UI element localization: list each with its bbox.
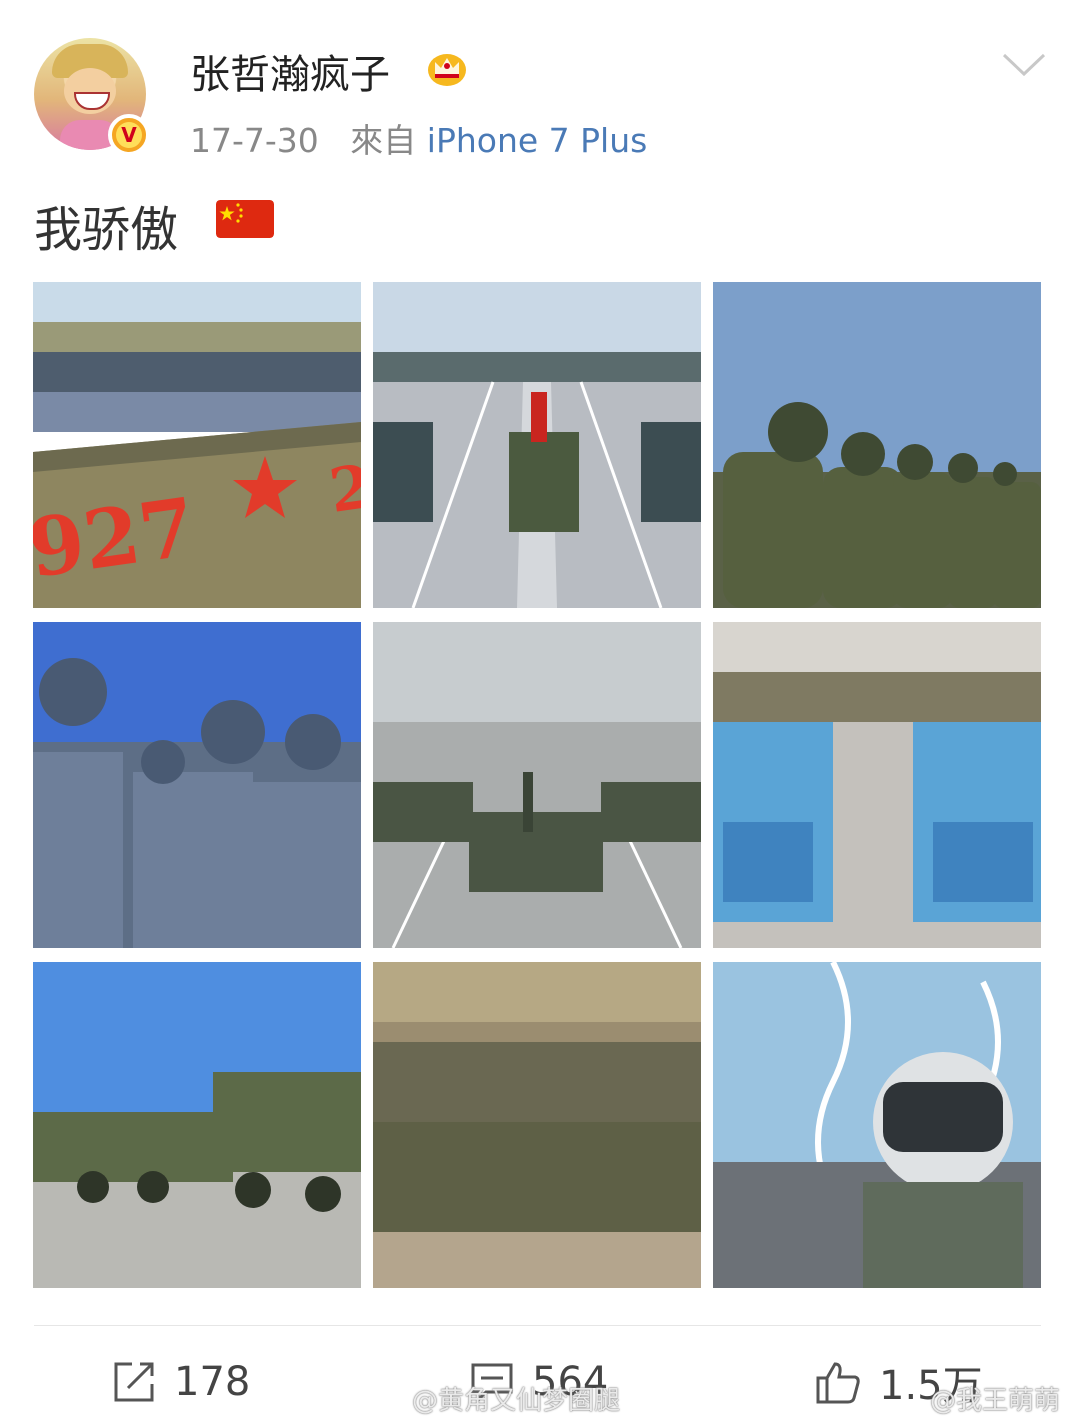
repost-icon bbox=[114, 1362, 154, 1402]
divider bbox=[34, 1325, 1041, 1326]
repost-count: 178 bbox=[174, 1359, 251, 1405]
image-9-fighter-pilot[interactable] bbox=[713, 962, 1041, 1288]
verified-v-badge-icon: V bbox=[108, 114, 150, 156]
image-1-parade-review-stand[interactable]: 927 2 bbox=[33, 282, 361, 608]
post-source-link[interactable]: iPhone 7 Plus bbox=[427, 121, 648, 160]
watermark-left: @黄角又仙梦圈腿 bbox=[412, 1386, 621, 1416]
crown-icon bbox=[428, 54, 466, 86]
post-meta: 17-7-30 來自 iPhone 7 Plus bbox=[190, 114, 647, 162]
chevron-down-icon[interactable] bbox=[1002, 52, 1046, 78]
from-label: 來自 bbox=[350, 121, 417, 160]
image-8-massed-troops[interactable] bbox=[373, 962, 701, 1288]
image-7-artillery-trucks[interactable] bbox=[33, 962, 361, 1288]
image-5-tanks-parade[interactable] bbox=[373, 622, 701, 948]
image-3-soldiers-saluting[interactable] bbox=[713, 282, 1041, 608]
username[interactable]: 张哲瀚疯子 bbox=[190, 42, 390, 100]
image-6-missile-trucks[interactable] bbox=[713, 622, 1041, 948]
watermark-right: @我王萌萌 bbox=[930, 1386, 1061, 1416]
thumbs-up-icon bbox=[816, 1362, 860, 1404]
image-4-airforce-soldiers[interactable] bbox=[33, 622, 361, 948]
repost-button[interactable]: 178 bbox=[112, 1354, 250, 1410]
image-2-vehicle-column[interactable] bbox=[373, 282, 701, 608]
post-date: 17-7-30 bbox=[190, 121, 319, 160]
china-flag-icon bbox=[216, 200, 274, 238]
post-text: 我骄傲 bbox=[34, 202, 179, 258]
